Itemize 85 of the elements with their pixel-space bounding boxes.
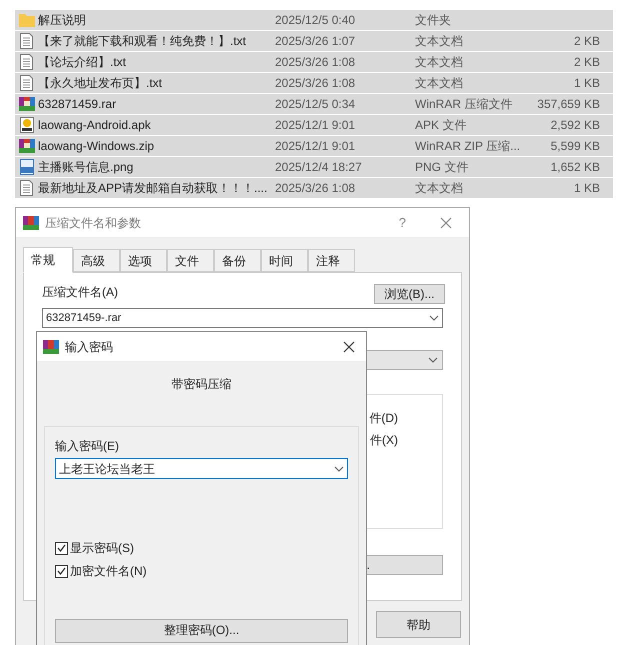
file-date: 2025/3/26 1:07 — [275, 33, 356, 50]
file-type: PNG 文件 — [415, 159, 470, 176]
document-icon — [20, 180, 33, 196]
file-row[interactable]: 【来了就能下载和观看！纯免费！】.txt 2025/3/26 1:07 文本文档 2 KB — [15, 31, 613, 52]
checkmark-icon — [57, 544, 66, 552]
file-size: 1,652 KB — [550, 159, 601, 176]
checkbox[interactable] — [55, 542, 68, 554]
file-name: laowang-Android.apk — [38, 117, 152, 134]
organize-passwords-button[interactable]: 整理密码(O)... — [55, 619, 348, 643]
file-name: 【来了就能下载和观看！纯免费！】.txt — [38, 33, 248, 50]
chevron-down-icon — [429, 315, 439, 321]
window-title: 输入密码 — [65, 338, 113, 356]
file-row[interactable]: 解压说明 2025/12/5 0:40 文件夹 — [15, 10, 613, 31]
file-date: 2025/3/26 1:08 — [275, 180, 356, 197]
tab[interactable]: 高级 — [73, 249, 120, 272]
file-type: 文件夹 — [415, 12, 452, 29]
file-row[interactable]: laowang-Windows.zip 2025/12/1 9:01 WinRAR ZIP 压缩... 5,599 KB — [15, 136, 613, 157]
file-type: 文本文档 — [415, 33, 464, 50]
archive-icon — [18, 138, 34, 154]
file-type: 文本文档 — [415, 54, 464, 71]
tab[interactable]: 文件 — [167, 249, 214, 272]
package-icon — [20, 117, 34, 133]
archive-icon — [18, 96, 34, 112]
file-size: 5,599 KB — [550, 138, 601, 155]
file-name: 主播账号信息.png — [38, 159, 134, 176]
option-label: 件(D) — [369, 410, 398, 427]
tab[interactable]: 注释 — [308, 249, 355, 272]
archive-app-icon — [23, 214, 39, 230]
file-date: 2025/12/5 0:40 — [275, 12, 356, 29]
field-label: 压缩文件名(A) — [42, 284, 118, 301]
tab[interactable]: 选项 — [120, 249, 167, 272]
file-size: 1 KB — [572, 75, 601, 92]
file-date: 2025/3/26 1:08 — [275, 54, 356, 71]
field-label: 输入密码(E) — [55, 438, 120, 455]
folder-icon — [18, 13, 34, 27]
checkbox-option[interactable]: 加密文件名(N) — [55, 562, 348, 580]
checkbox[interactable] — [55, 564, 68, 578]
file-row[interactable]: 最新地址及APP请发邮箱自动获取！！！.... 2025/3/26 1:08 文本文档 1 KB — [15, 178, 613, 199]
file-row[interactable]: 主播账号信息.png 2025/12/4 18:27 PNG 文件 1,652 KB — [15, 157, 613, 178]
tab[interactable]: 备份 — [214, 249, 261, 272]
browse-button[interactable]: 浏览(B)... — [374, 284, 445, 304]
document-icon — [20, 75, 33, 91]
file-name: 632871459.rar — [38, 96, 118, 113]
help-glyph[interactable]: ? — [398, 212, 406, 232]
file-name: 【永久地址发布页】.txt — [38, 75, 164, 92]
tab[interactable]: 常规 — [23, 247, 73, 273]
checkmark-icon — [57, 567, 66, 575]
file-size: 357,659 KB — [536, 96, 601, 113]
file-date: 2025/12/5 0:34 — [275, 96, 356, 113]
chevron-down-icon — [428, 357, 438, 363]
file-name: 解压说明 — [38, 12, 87, 29]
file-row[interactable]: 【永久地址发布页】.txt 2025/3/26 1:08 文本文档 1 KB — [15, 73, 613, 94]
file-row[interactable]: 632871459.rar 2025/12/5 0:34 WinRAR 压缩文件 357,659 KB — [15, 94, 613, 115]
file-type: WinRAR 压缩文件 — [415, 96, 514, 113]
file-size: 2 KB — [572, 33, 601, 50]
file-date: 2025/12/4 18:27 — [275, 159, 363, 176]
password-field[interactable]: 上老王论坛当老王 — [55, 458, 348, 479]
file-type: WinRAR ZIP 压缩... — [415, 138, 522, 155]
file-name: 【论坛介绍】.txt — [38, 54, 128, 71]
file-name: 最新地址及APP请发邮箱自动获取！！！.... — [38, 180, 268, 197]
help-button[interactable]: 帮助 — [376, 611, 461, 638]
archive-name-field[interactable]: 632871459-.rar — [42, 308, 443, 328]
document-icon — [20, 54, 33, 70]
file-name: laowang-Windows.zip — [38, 138, 156, 155]
chevron-down-icon — [334, 466, 344, 472]
dialog-heading: 带密码压缩 — [172, 376, 232, 393]
file-size: 2,592 KB — [550, 117, 601, 134]
file-date: 2025/12/1 9:01 — [275, 117, 356, 134]
close-icon[interactable] — [343, 340, 355, 352]
file-size: 2 KB — [572, 54, 601, 71]
file-date: 2025/12/1 9:01 — [275, 138, 356, 155]
document-icon — [20, 33, 33, 49]
file-type: APK 文件 — [415, 117, 468, 134]
file-size: 1 KB — [572, 180, 601, 197]
image-file-icon — [20, 159, 34, 175]
tab[interactable]: 时间 — [261, 249, 308, 272]
file-type: 文本文档 — [415, 180, 464, 197]
file-type: 文本文档 — [415, 75, 464, 92]
checkbox-option[interactable]: 显示密码(S) — [55, 539, 348, 557]
file-date: 2025/3/26 1:08 — [275, 75, 356, 92]
window-title: 压缩文件名和参数 — [45, 214, 141, 232]
option-label: 件(X) — [370, 432, 398, 449]
archive-app-icon — [43, 338, 59, 354]
file-row[interactable]: laowang-Android.apk 2025/12/1 9:01 APK 文件 2,592 KB — [15, 115, 613, 136]
file-row[interactable]: 【论坛介绍】.txt 2025/3/26 1:08 文本文档 2 KB — [15, 52, 613, 73]
